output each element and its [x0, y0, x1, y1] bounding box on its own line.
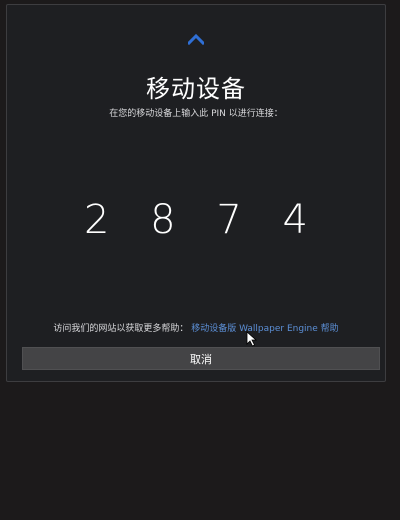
chevron-up-icon [188, 33, 204, 45]
mouse-cursor-icon [246, 331, 258, 347]
help-link[interactable]: 移动设备版 Wallpaper Engine 帮助 [191, 324, 338, 334]
help-prefix: 访问我们的网站以获取更多帮助： [53, 324, 189, 334]
pin-code: 2 8 7 4 [84, 197, 322, 243]
cancel-button[interactable]: 取消 [22, 347, 380, 370]
dialog-title: 移动设备 [146, 75, 246, 103]
help-text: 访问我们的网站以获取更多帮助： 移动设备版 Wallpaper Engine 帮… [7, 321, 385, 334]
mobile-pairing-dialog: 移动设备 在您的移动设备上输入此 PIN 以进行连接： 2 8 7 4 访问我们… [6, 4, 386, 382]
wallpaper-engine-logo-icon [7, 33, 385, 49]
dialog-subtitle: 在您的移动设备上输入此 PIN 以进行连接： [109, 109, 283, 119]
